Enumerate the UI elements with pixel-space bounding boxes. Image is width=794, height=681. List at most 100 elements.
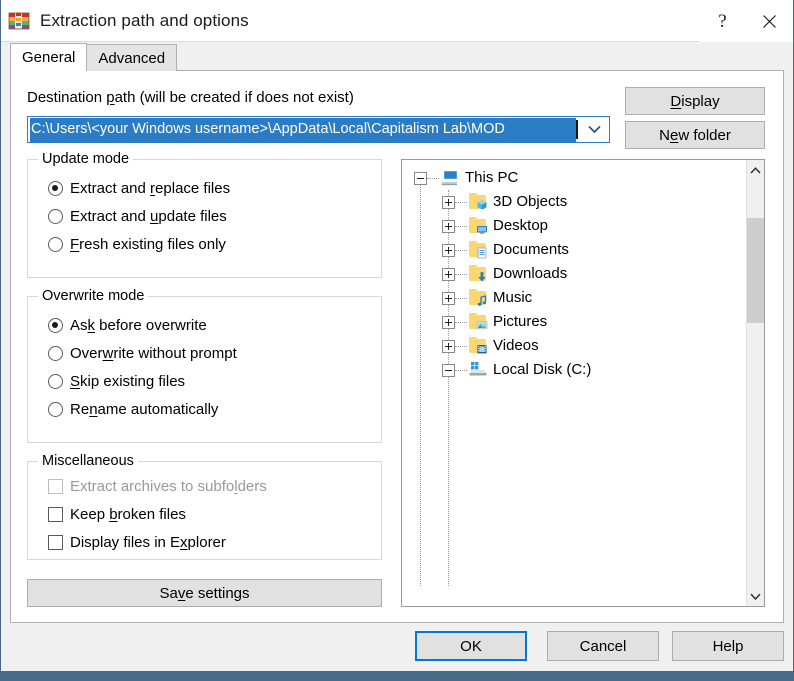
cancel-button-label: Cancel [579,637,627,655]
radio-indicator [48,373,63,389]
accel-p: p [106,89,115,106]
scroll-up-button[interactable] [747,160,764,180]
tree-node-label: This PC [465,169,519,186]
checkbox-extract-archives-to-subfolders: Extract archives to subfolders [48,472,267,500]
overwrite-mode-options: Ask before overwrite Overwrite without p… [48,311,237,423]
expander-plus-icon[interactable] [442,195,455,209]
radio-fresh-existing-files-only[interactable]: Fresh existing files only [48,230,230,258]
new-folder-button[interactable]: New folder [625,121,765,149]
radio-extract-and-update-files[interactable]: Extract and update files [48,202,230,230]
folder-pictures-icon [468,312,488,331]
expander-plus-icon[interactable] [442,315,455,329]
radio-indicator [48,236,63,252]
extraction-dialog: Extraction path and options ? General Ad… [0,0,794,672]
tab-advanced-label: Advanced [98,49,166,67]
close-icon [763,14,776,28]
destination-path-input[interactable]: C:\Users\<your Windows username>\AppData… [30,117,576,142]
chevron-down-icon [750,593,761,600]
folder-downloads-icon [468,264,488,283]
tree-connector [455,345,467,347]
radio-indicator [48,180,63,196]
tree-node-3d-objects[interactable]: 3D Objects [402,190,746,214]
tree-node-label: Downloads [493,265,568,282]
tab-general-label: General [22,49,76,66]
tab-general[interactable]: General [10,43,88,71]
tree-node-documents[interactable]: Documents [402,238,746,262]
tree-node-label: 3D Objects [493,193,568,210]
radio-ask-before-overwrite[interactable]: Ask before overwrite [48,311,237,339]
tree-node-label: Local Disk (C:) [493,361,592,378]
help-button-label: Help [712,637,744,655]
tab-advanced[interactable]: Advanced [86,44,178,71]
radio-extract-and-replace-files[interactable]: Extract and replace files [48,174,230,202]
destination-path-combobox[interactable]: C:\Users\<your Windows username>\AppData… [27,116,610,143]
tree-node-label: Pictures [493,313,548,330]
radio-indicator [48,401,63,417]
tree-node-pictures[interactable]: Pictures [402,310,746,334]
save-settings-button[interactable]: Save settings [27,579,382,607]
scroll-down-button[interactable] [747,586,764,606]
computer-icon [440,169,460,187]
folder-tree-scrollbar[interactable] [746,160,764,606]
accel-e: e [669,126,679,144]
chevron-down-icon [588,125,601,134]
bottom-accent-strip [0,672,794,681]
tree-node-music[interactable]: Music [402,286,746,310]
expander-plus-icon[interactable] [442,219,455,233]
scrollbar-thumb[interactable] [747,218,764,323]
miscellaneous-options: Extract archives to subfolders Keep brok… [48,472,267,556]
radio-skip-existing-files[interactable]: Skip existing files [48,367,237,395]
checkbox-display-files-in-explorer[interactable]: Display files in Explorer [48,528,267,556]
checkbox-indicator [48,506,63,522]
expander-minus-icon[interactable] [414,171,427,185]
update-mode-options: Extract and replace files Extract and up… [48,174,230,258]
expander-plus-icon[interactable] [442,291,455,305]
update-mode-group: Update mode Extract and replace files Ex… [27,151,382,278]
destination-path-dropdown-arrow[interactable] [580,125,609,134]
tree-connector [455,201,467,203]
overwrite-mode-group: Overwrite mode Ask before overwrite Over… [27,288,382,443]
dialog-footer: OK Cancel Help [1,623,793,671]
tree-node-videos[interactable]: Videos [402,334,746,358]
tree-connector [455,249,467,251]
help-footer-button[interactable]: Help [672,631,784,661]
checkbox-keep-broken-files[interactable]: Keep broken files [48,500,267,528]
cancel-button[interactable]: Cancel [547,631,659,661]
tree-node-label: Videos [493,337,539,354]
tree-node-label: Documents [493,241,569,258]
folder-tree[interactable]: This PC 3D Objects Desktop Documents Dow… [402,160,746,606]
tab-strip: General Advanced [1,42,793,71]
tree-node-this-pc[interactable]: This PC [402,166,746,190]
winrar-icon [8,10,30,32]
dialog-title: Extraction path and options [40,10,249,30]
ok-button-label: OK [460,637,482,655]
tree-node-desktop[interactable]: Desktop [402,214,746,238]
tree-connector [455,321,467,323]
checkbox-indicator [48,478,63,494]
folder-videos-icon [468,336,488,355]
expander-minus-icon[interactable] [442,363,455,377]
window-controls: ? [699,0,793,42]
chevron-up-icon [750,166,761,174]
close-button[interactable] [746,0,793,42]
display-button[interactable]: Display [625,87,765,115]
ok-button[interactable]: OK [415,631,527,661]
tree-connector [427,177,439,179]
expander-plus-icon[interactable] [442,243,455,257]
radio-rename-automatically[interactable]: Rename automatically [48,395,237,423]
tree-connector [455,273,467,275]
folder-music-icon [468,288,488,307]
expander-plus-icon[interactable] [442,267,455,281]
radio-indicator [48,208,63,224]
title-bar: Extraction path and options ? [1,0,793,42]
tree-connector [455,225,467,227]
radio-overwrite-without-prompt[interactable]: Overwrite without prompt [48,339,237,367]
tree-node-downloads[interactable]: Downloads [402,262,746,286]
tree-node-local-disk-c[interactable]: Local Disk (C:) [402,358,746,382]
expander-plus-icon[interactable] [442,339,455,353]
hard-drive-icon [468,361,488,379]
accel-D: D [670,92,682,110]
general-tab-panel: Destination path (will be created if doe… [10,71,784,623]
help-button[interactable]: ? [699,0,746,42]
folder-documents-icon [468,240,488,259]
